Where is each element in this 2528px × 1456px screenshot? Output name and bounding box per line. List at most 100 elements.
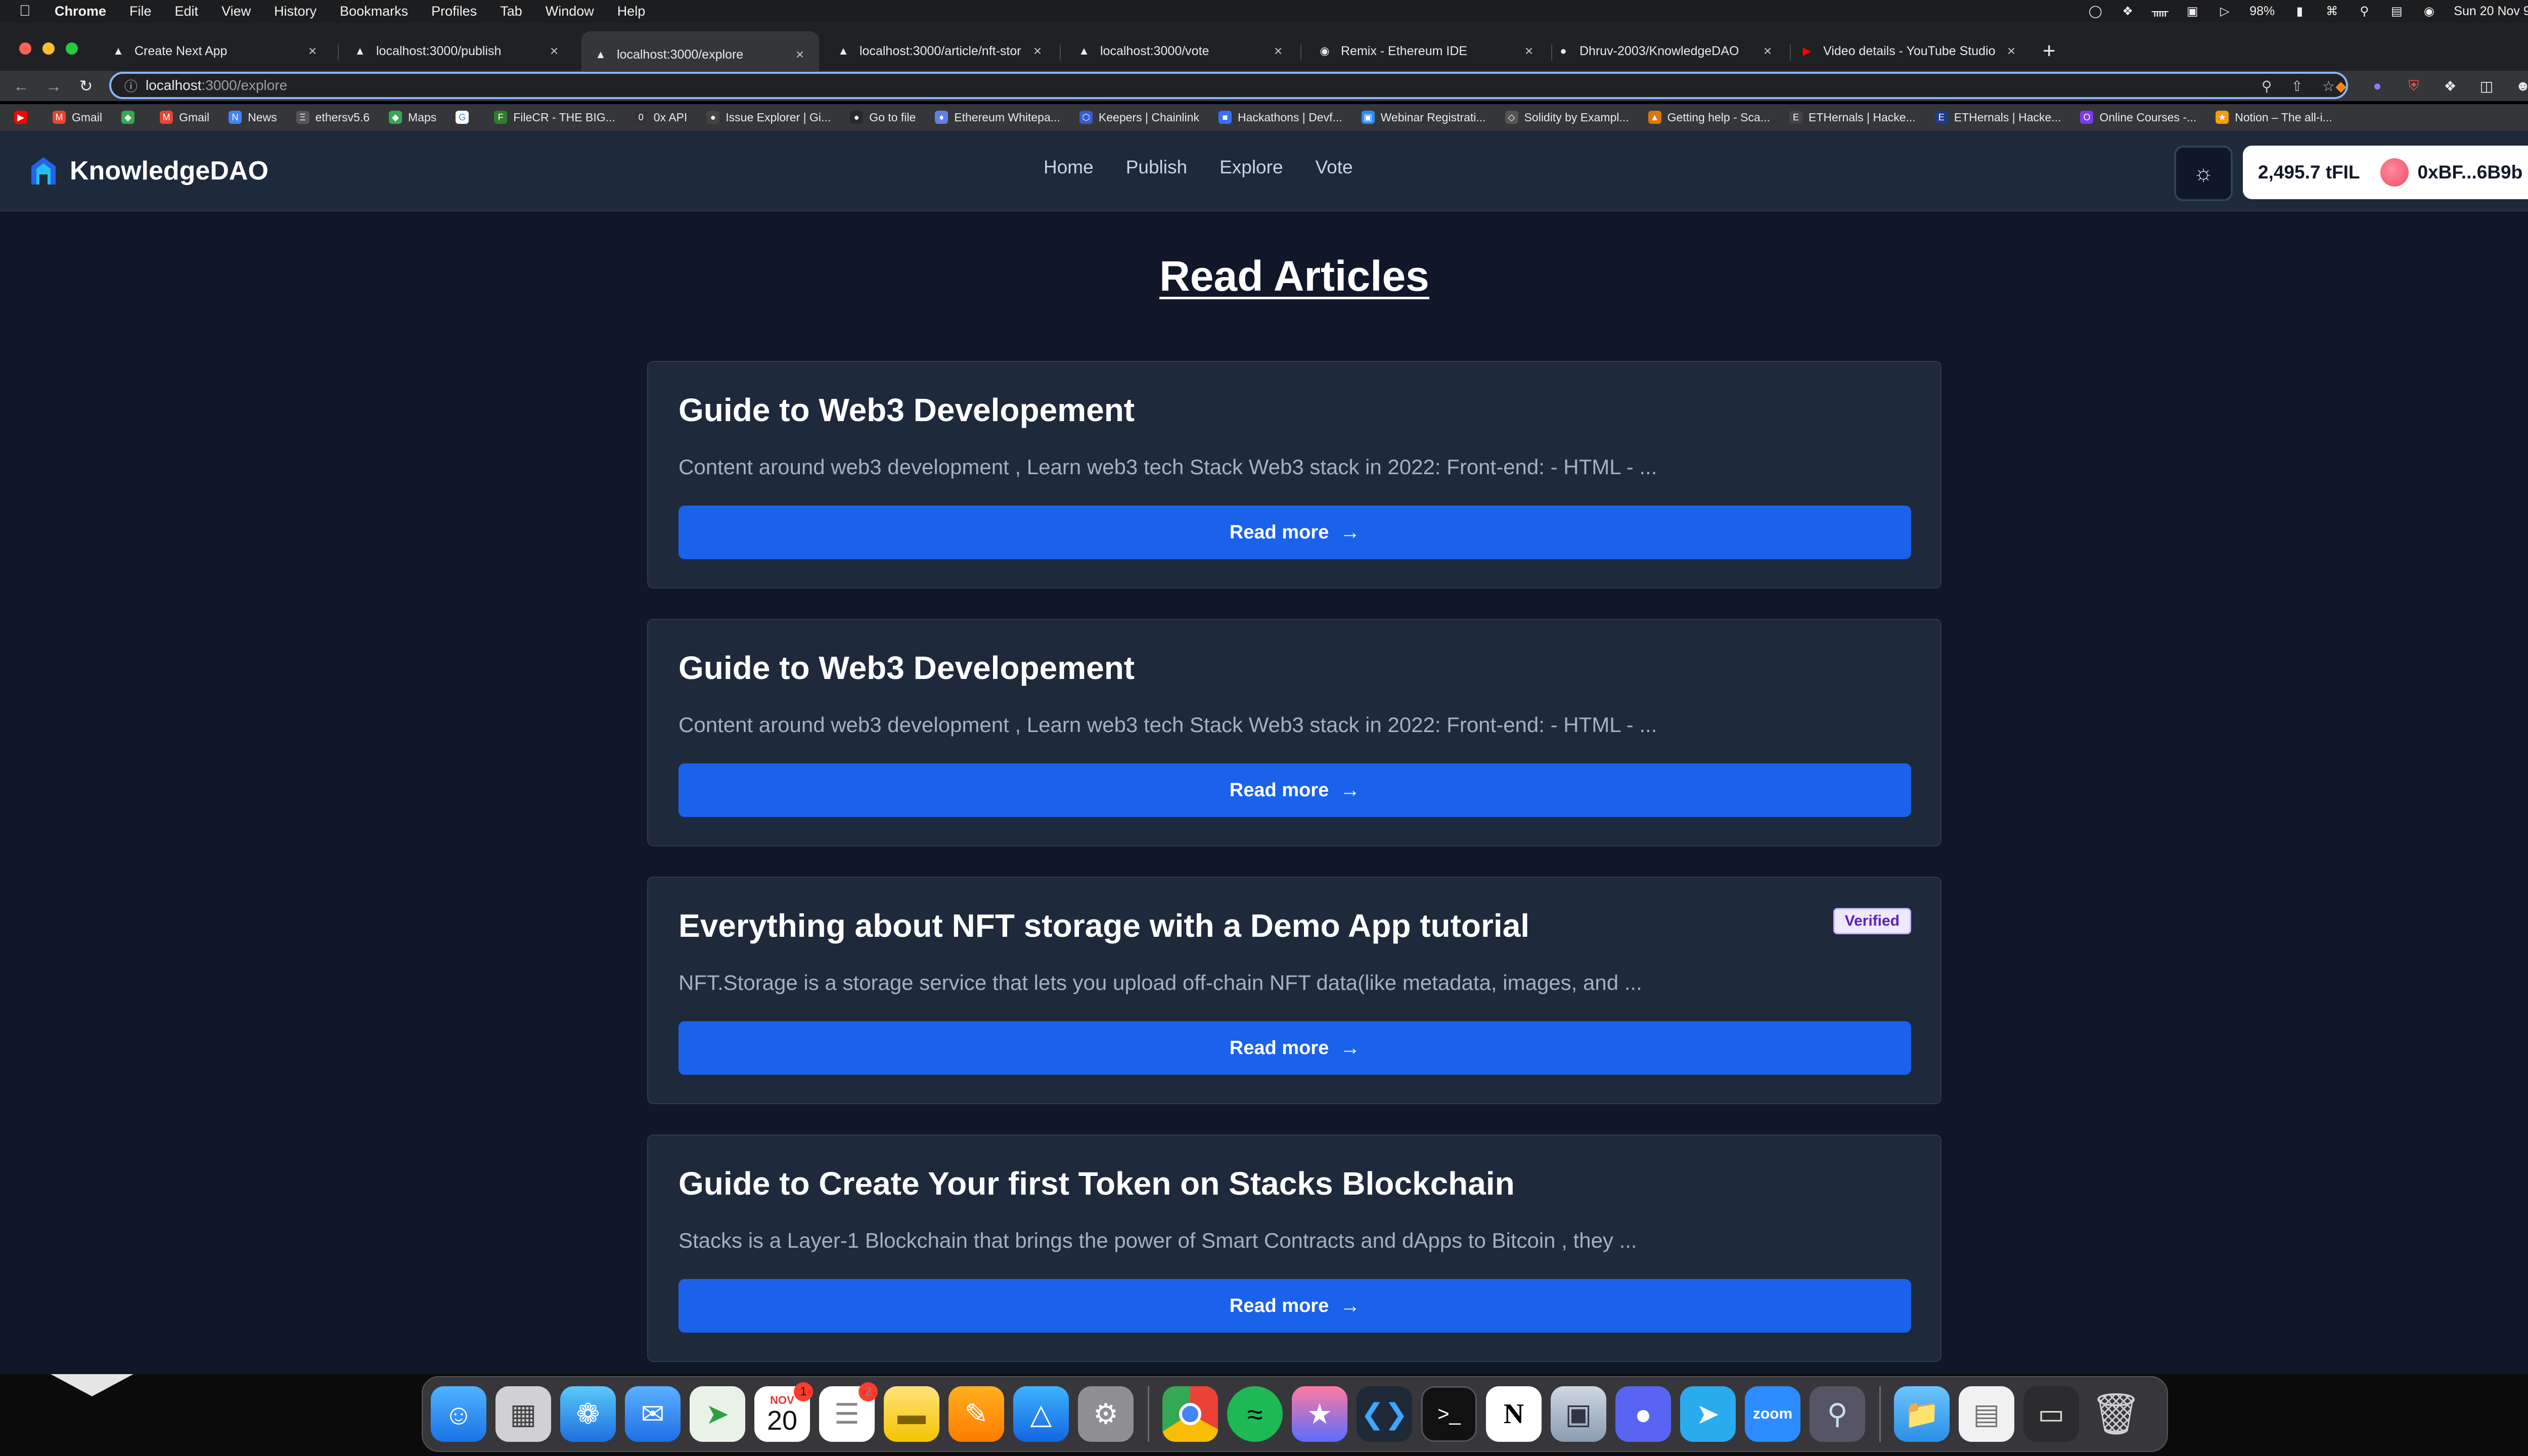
document-stack-icon[interactable]: ▤: [1959, 1386, 2014, 1442]
read-more-button[interactable]: Read more →: [679, 506, 1911, 559]
discord-icon[interactable]: ●: [1615, 1386, 1671, 1442]
bookmark-item[interactable]: ● Issue Explorer | Gi...: [706, 111, 831, 124]
minimize-window-button[interactable]: [42, 42, 55, 55]
menu-bookmarks[interactable]: Bookmarks: [340, 4, 408, 19]
chrome-icon[interactable]: [1162, 1386, 1218, 1442]
clock[interactable]: Sun 20 Nov 9:59 PM: [2454, 4, 2528, 19]
read-more-button[interactable]: Read more →: [679, 763, 1911, 817]
bookmark-item[interactable]: N News: [229, 111, 277, 124]
close-tab-icon[interactable]: ×: [1030, 43, 1045, 59]
forward-arrow-icon[interactable]: →: [42, 77, 65, 96]
reload-icon[interactable]: ↻: [75, 76, 97, 96]
reminders-icon[interactable]: ☰ 2: [819, 1382, 878, 1442]
side-panel-icon[interactable]: ◫: [2477, 77, 2496, 95]
close-tab-icon[interactable]: ×: [793, 47, 807, 63]
close-window-button[interactable]: [19, 42, 31, 55]
display-icon[interactable]: ▣: [2185, 5, 2200, 18]
tab-remix[interactable]: ◉ Remix - Ethereum IDE ×: [1305, 33, 1548, 69]
trash-icon[interactable]: 🗑: [2088, 1386, 2144, 1442]
zoom-app-icon[interactable]: zoom: [1745, 1386, 1800, 1442]
close-tab-icon[interactable]: ×: [1760, 43, 1775, 59]
system-settings-icon[interactable]: ⚙: [1078, 1386, 1134, 1442]
nav-publish[interactable]: Publish: [1126, 157, 1187, 178]
control-center-icon[interactable]: ▤: [2389, 5, 2404, 18]
git-app-icon[interactable]: ★: [1292, 1386, 1347, 1442]
launchpad-icon[interactable]: ▦: [495, 1386, 551, 1442]
notes-icon[interactable]: ▬: [884, 1386, 939, 1442]
tab-youtube-studio[interactable]: ▶ Video details - YouTube Studio ×: [1788, 33, 2030, 69]
menu-edit[interactable]: Edit: [175, 4, 199, 19]
tab-github[interactable]: ● Dhruv-2003/KnowledgeDAO ×: [1544, 33, 1787, 69]
bookmark-item[interactable]: E ETHernals | Hacke...: [1934, 111, 2061, 124]
play-icon[interactable]: ▷: [2217, 5, 2232, 18]
menu-file[interactable]: File: [129, 4, 152, 19]
pages-icon[interactable]: ✎: [949, 1386, 1004, 1442]
bluetooth-icon[interactable]: ᚅ: [2152, 5, 2169, 18]
bookmark-item[interactable]: ◆: [121, 111, 141, 124]
site-info-icon[interactable]: ⓘ: [124, 76, 138, 95]
close-tab-icon[interactable]: ×: [1271, 43, 1285, 59]
notion-icon[interactable]: N: [1486, 1386, 1542, 1442]
site-logo[interactable]: KnowledgeDAO: [30, 156, 268, 186]
menu-history[interactable]: History: [274, 4, 317, 19]
bookmark-item[interactable]: ⬡ Keepers | Chainlink: [1079, 111, 1199, 124]
menu-tab[interactable]: Tab: [500, 4, 522, 19]
compass-icon[interactable]: ❖: [2120, 5, 2135, 18]
bookmark-item[interactable]: ♦ Ethereum Whitepa...: [935, 111, 1060, 124]
spotify-icon[interactable]: ≈: [1227, 1386, 1283, 1442]
nav-vote[interactable]: Vote: [1316, 157, 1353, 178]
finder-icon[interactable]: ☺: [431, 1386, 486, 1442]
menu-view[interactable]: View: [221, 4, 251, 19]
menu-chrome[interactable]: Chrome: [55, 4, 106, 19]
close-tab-icon[interactable]: ×: [305, 43, 320, 59]
tab-publish[interactable]: ▲ localhost:3000/publish ×: [341, 33, 573, 69]
bookmark-item[interactable]: Ξethersv5.6: [296, 111, 370, 124]
bookmark-item[interactable]: E ETHernals | Hacke...: [1789, 111, 1916, 124]
back-arrow-icon[interactable]: ←: [10, 77, 32, 96]
profile-avatar-icon[interactable]: ☻: [2514, 77, 2528, 95]
nav-explore[interactable]: Explore: [1220, 157, 1283, 178]
control-icon[interactable]: ◯: [2088, 5, 2103, 18]
wifi-icon[interactable]: ⌘: [2324, 5, 2339, 18]
bookmark-item[interactable]: ● Go to file: [850, 111, 916, 124]
bookmark-item[interactable]: ▶: [14, 111, 33, 124]
puzzle-extensions-icon[interactable]: ❖: [2441, 77, 2459, 95]
bookmark-item[interactable]: ▲ Getting help - Sca...: [1648, 111, 1770, 124]
screenshot-stack-icon[interactable]: ▭: [2023, 1386, 2079, 1442]
terminal-icon[interactable]: >_: [1421, 1386, 1477, 1442]
bookmark-item[interactable]: O Online Courses -...: [2080, 111, 2196, 124]
tab-create-next-app[interactable]: ▲ Create Next App ×: [99, 33, 332, 69]
bookmark-item[interactable]: G: [456, 111, 475, 124]
calendar-icon[interactable]: NOV 20 1: [754, 1382, 813, 1442]
search-icon[interactable]: ⚲: [2357, 5, 2372, 18]
downloads-folder-icon[interactable]: 📁: [1894, 1386, 1950, 1442]
nav-home[interactable]: Home: [1044, 157, 1094, 178]
new-tab-button[interactable]: +: [2043, 38, 2056, 64]
bookmark-item[interactable]: F FileCR - THE BIG...: [494, 111, 615, 124]
bookmark-item[interactable]: M Gmail: [53, 111, 102, 124]
bookmark-item[interactable]: M Gmail: [160, 111, 209, 124]
close-tab-icon[interactable]: ×: [547, 43, 561, 59]
battery-icon[interactable]: ▮: [2292, 5, 2307, 18]
vscode-icon[interactable]: ❮❯: [1357, 1386, 1412, 1442]
preview-icon[interactable]: ▣: [1551, 1386, 1606, 1442]
tab-article-nft[interactable]: ▲ localhost:3000/article/nft-stor ×: [824, 33, 1057, 69]
bookmark-item[interactable]: ◆ Maps: [389, 111, 436, 124]
siri-icon[interactable]: ◉: [2421, 5, 2436, 18]
apple-menu-icon[interactable]: : [19, 3, 37, 20]
read-more-button[interactable]: Read more →: [679, 1279, 1911, 1333]
wallet-connect-button[interactable]: 2,495.7 tFIL 0xBF...6B9b ⌄: [2243, 146, 2528, 199]
mail-icon[interactable]: ✉: [625, 1386, 681, 1442]
zoom-window-button[interactable]: [66, 42, 78, 55]
maps-icon[interactable]: ➤: [690, 1386, 745, 1442]
address-bar[interactable]: ⓘ localhost:3000/explore ⚲ ⇧ ☆: [109, 72, 2348, 99]
bookmark-item[interactable]: ◇ Solidity by Exampl...: [1505, 111, 1629, 124]
app-store-icon[interactable]: △: [1013, 1386, 1069, 1442]
quicktime-icon[interactable]: ⚲: [1810, 1386, 1865, 1442]
extension-icon[interactable]: ●: [2368, 77, 2386, 95]
close-tab-icon[interactable]: ×: [2004, 43, 2018, 59]
theme-toggle-button[interactable]: ☼: [2174, 146, 2233, 201]
bookmark-item[interactable]: 0 0x API: [634, 111, 687, 124]
menu-window[interactable]: Window: [546, 4, 594, 19]
tab-vote[interactable]: ▲ localhost:3000/vote ×: [1065, 33, 1297, 69]
